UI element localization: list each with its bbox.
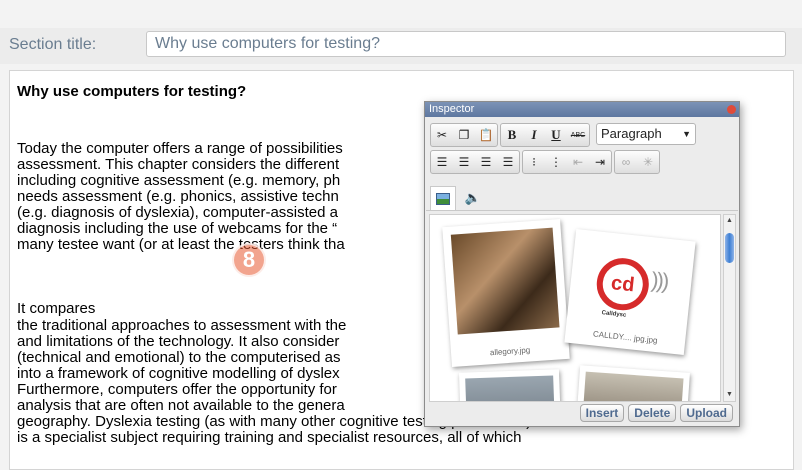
inspector-title-bar[interactable]: Inspector [425,102,739,117]
close-icon[interactable] [727,105,736,114]
format-select-value: Paragraph [601,126,662,141]
tab-audio[interactable]: 🔈 [460,186,486,210]
delete-button[interactable]: Delete [628,404,677,422]
copy-icon[interactable]: ❐ [453,124,475,146]
paste-icon[interactable]: 📋 [475,124,497,146]
align-justify-icon[interactable]: ☰ [497,151,519,173]
upload-button[interactable]: Upload [680,404,733,422]
gallery-scrollbar[interactable]: ▲ ▼ [723,214,736,402]
calldysc-logo: cd [594,255,652,313]
align-left-icon[interactable]: ☰ [431,151,453,173]
signal-waves-icon: ))) [650,267,669,294]
toolbar-row-1: ✂ ❐ 📋 B I U ABC Paragraph ▼ [430,123,696,147]
link-group: ∞ ✳ [614,150,660,174]
outdent-icon[interactable]: ⇤ [567,151,589,173]
unlink-icon[interactable]: ✳ [637,151,659,173]
thumb-caption: CALLDY.... jpg.jpg [592,329,658,346]
scroll-thumb[interactable] [725,233,734,263]
image-gallery: allegory.jpg cd ))) Calldysc CALLDY.... … [429,214,721,402]
speaker-icon: 🔈 [464,190,482,205]
bold-button[interactable]: B [501,124,523,146]
paragraph-line: is a specialist subject requiring traini… [17,429,522,446]
painting-image [450,227,560,335]
list-group: ⁝ ⋮ ⇤ ⇥ [522,150,612,174]
section-title-label: Section title: [9,36,97,53]
indent-icon[interactable]: ⇥ [589,151,611,173]
top-bar [0,0,802,24]
inspector-actions: Insert Delete Upload [579,404,733,422]
document-heading: Why use computers for testing? [17,83,247,100]
toolbar-row-2: ☰ ☰ ☰ ☰ ⁝ ⋮ ⇤ ⇥ ∞ ✳ [430,150,660,174]
link-icon[interactable]: ∞ [615,151,637,173]
scroll-up-icon[interactable]: ▲ [724,215,735,227]
align-right-icon[interactable]: ☰ [475,151,497,173]
thumb-image [582,371,684,401]
media-tabs: 🔈 [426,182,738,211]
gallery-thumb[interactable] [458,369,562,401]
numbered-list-icon[interactable]: ⋮ [545,151,567,173]
insert-button[interactable]: Insert [579,404,625,422]
align-center-icon[interactable]: ☰ [453,151,475,173]
strikethrough-button[interactable]: ABC [567,124,589,146]
alignment-group: ☰ ☰ ☰ ☰ [430,150,520,174]
text-style-group: B I U ABC [500,123,590,147]
bullet-list-icon[interactable]: ⁝ [523,151,545,173]
logo-brand-text: Calldysc [601,310,627,319]
gallery-thumb-calldysc[interactable]: cd ))) Calldysc CALLDY.... jpg.jpg [564,229,696,355]
step-number-badge: 8 [232,243,266,277]
scroll-down-icon[interactable]: ▼ [724,389,735,401]
format-select[interactable]: Paragraph ▼ [596,123,696,145]
thumb-image [465,375,556,401]
italic-button[interactable]: I [523,124,545,146]
gallery-thumb-allegory[interactable]: allegory.jpg [442,219,570,367]
underline-button[interactable]: U [545,124,567,146]
tab-images[interactable] [430,186,456,210]
chevron-down-icon: ▼ [682,129,691,139]
inspector-panel: Inspector ✂ ❐ 📋 B I U ABC Paragraph ▼ ☰ … [424,101,740,427]
gallery-thumb[interactable] [576,365,690,401]
clipboard-group: ✂ ❐ 📋 [430,123,498,147]
cut-icon[interactable]: ✂ [431,124,453,146]
section-title-input[interactable] [146,31,786,57]
inspector-title: Inspector [429,103,475,115]
image-icon [436,192,450,205]
thumb-caption: allegory.jpg [489,345,531,358]
